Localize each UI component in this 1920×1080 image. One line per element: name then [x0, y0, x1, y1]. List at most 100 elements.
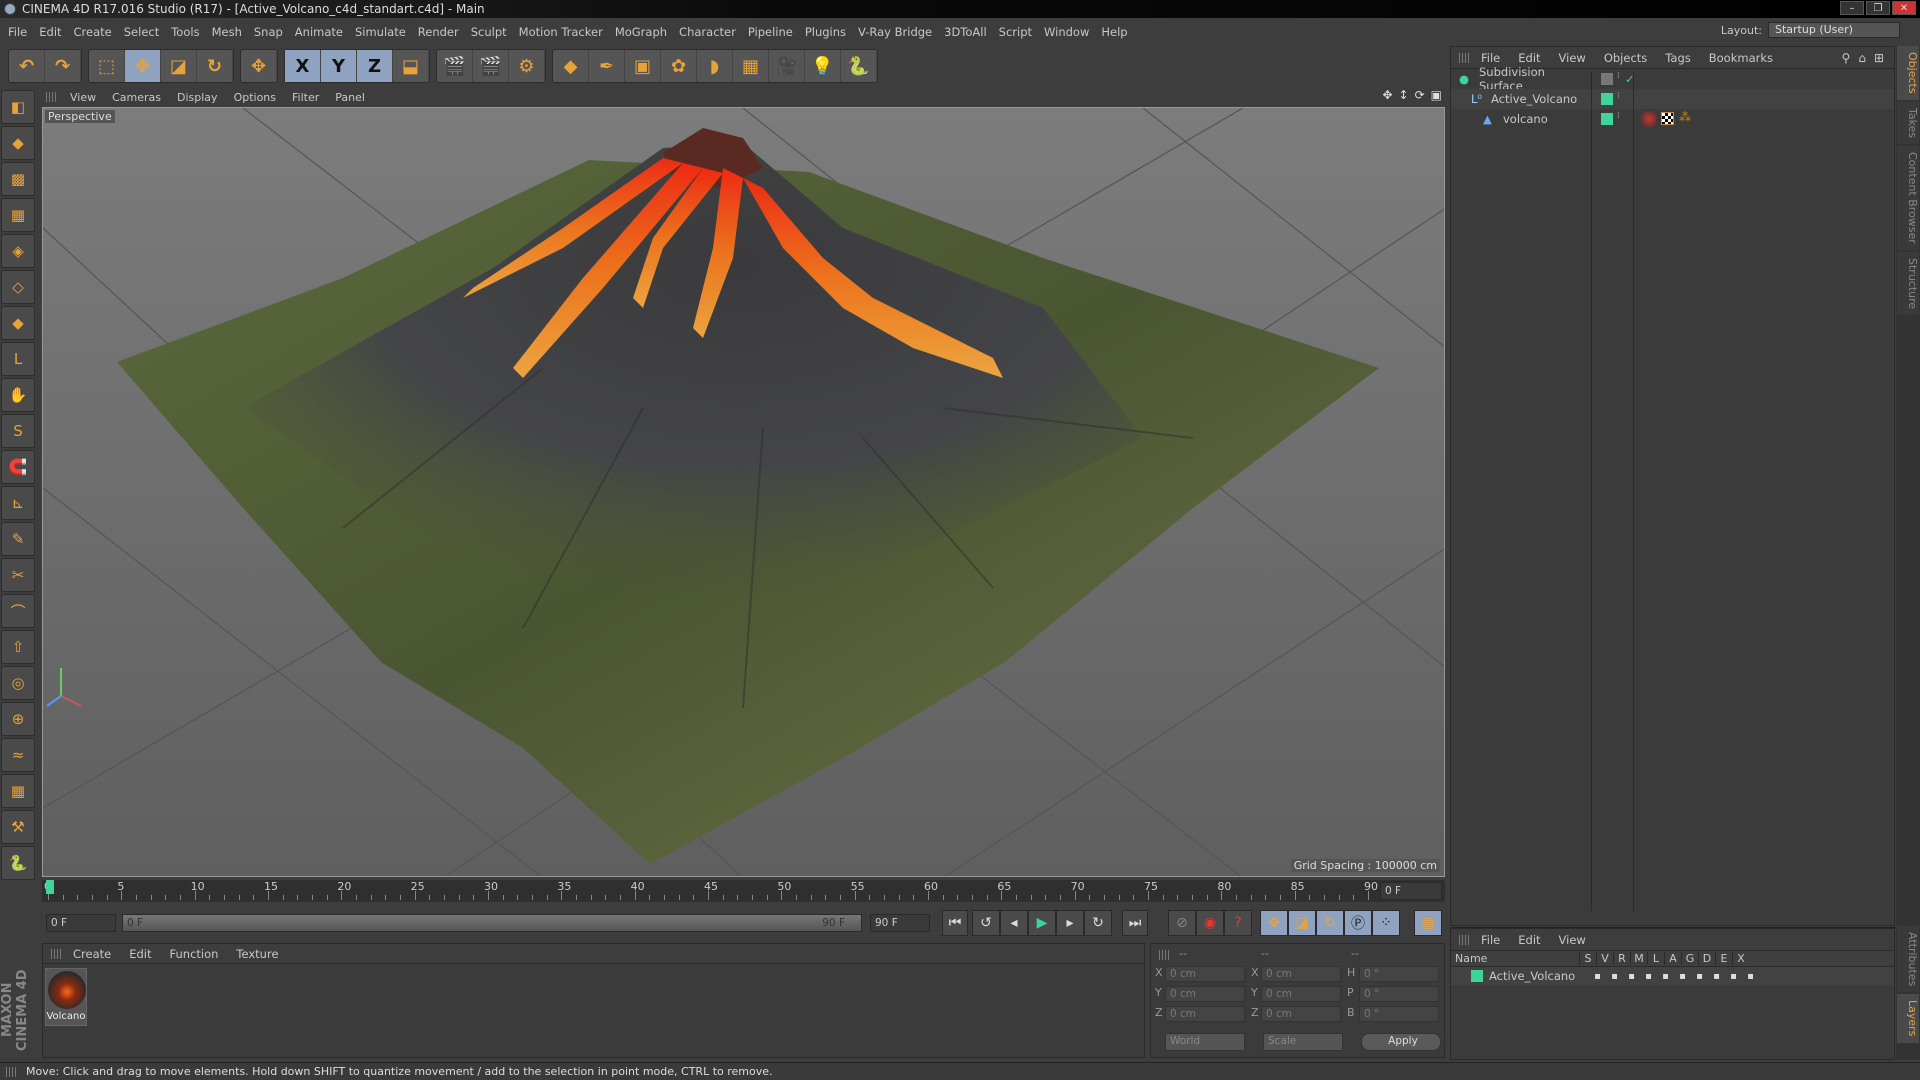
render-view-icon[interactable]: 🎬 [437, 50, 473, 82]
last-tool-icon[interactable]: ✥ [241, 50, 277, 82]
side-tab-attributes[interactable]: Attributes [1897, 926, 1919, 993]
menu-snap[interactable]: Snap [254, 25, 283, 39]
objects-menu-edit[interactable]: Edit [1518, 51, 1540, 65]
key-scale-button[interactable]: ◪ [1288, 910, 1316, 936]
layers-menu-view[interactable]: View [1559, 933, 1586, 947]
menu-render[interactable]: Render [418, 25, 459, 39]
menu-animate[interactable]: Animate [295, 25, 343, 39]
menu-script[interactable]: Script [999, 25, 1032, 39]
coord-value-field[interactable]: 0 ° [1359, 966, 1439, 982]
objects-menu-file[interactable]: File [1481, 51, 1500, 65]
side-tab-layers[interactable]: Layers [1897, 994, 1919, 1043]
layer-column-e[interactable]: E [1715, 952, 1732, 965]
floor-icon[interactable]: ▦ [733, 50, 769, 82]
next-key-button[interactable]: ↻ [1084, 910, 1112, 936]
layer-animation-icon[interactable]: ▪ [1674, 971, 1691, 982]
keyframe-selection-button[interactable]: ? [1224, 910, 1252, 936]
go-to-end-button[interactable]: ⏭ [1122, 910, 1148, 936]
bridge-icon[interactable]: ⌒ [1, 594, 35, 628]
search-icon[interactable]: ⚲ [1842, 51, 1851, 65]
layer-generators-icon[interactable]: ▪ [1691, 971, 1708, 982]
x-axis-icon[interactable]: X [285, 50, 321, 82]
polygons-mode-icon[interactable]: ◆ [1, 306, 35, 340]
magnet-icon[interactable]: 🧲 [1, 450, 35, 484]
object-name[interactable]: volcano [1503, 112, 1613, 126]
current-frame-field[interactable]: 0 F [46, 914, 116, 932]
material-menu-create[interactable]: Create [73, 947, 111, 961]
layers-menu-file[interactable]: File [1481, 933, 1500, 947]
coord-value-field[interactable]: 0 cm [1165, 966, 1245, 982]
timeline-ruler[interactable]: 0510152025303540455055606570758085900 F [42, 880, 1445, 902]
knife-icon[interactable]: ✂ [1, 558, 35, 592]
menu-v-ray-bridge[interactable]: V-Ray Bridge [858, 25, 932, 39]
layer-lock-icon[interactable]: ▪ [1657, 971, 1674, 982]
layer-row[interactable]: Active_Volcano ▪ ▪ ▪ ▪ ▪ ▪ ▪ ▪ ▪ ▪ [1451, 967, 1894, 985]
tweak-icon[interactable]: ✋ [1, 378, 35, 412]
iron-icon[interactable]: ≈ [1, 738, 35, 772]
make-editable-icon[interactable]: ◧ [1, 90, 35, 124]
layer-column-m[interactable]: M [1630, 952, 1647, 965]
objects-menu-objects[interactable]: Objects [1604, 51, 1647, 65]
layer-render-icon[interactable]: ▪ [1623, 971, 1640, 982]
menu-character[interactable]: Character [679, 25, 736, 39]
objects-menu-bookmarks[interactable]: Bookmarks [1709, 51, 1773, 65]
viewport-menu-cameras[interactable]: Cameras [112, 91, 161, 104]
coord-value-field[interactable]: 0 cm [1165, 986, 1245, 1002]
menu-sculpt[interactable]: Sculpt [471, 25, 507, 39]
workplane-icon[interactable]: ▦ [1, 198, 35, 232]
rotate-icon[interactable]: ↻ [197, 50, 233, 82]
layer-visible-icon[interactable]: ▪ [1606, 971, 1623, 982]
array-icon[interactable]: ✿ [661, 50, 697, 82]
cube-icon[interactable]: ◆ [553, 50, 589, 82]
viewport-menu-options[interactable]: Options [234, 91, 276, 104]
y-axis-icon[interactable]: Y [321, 50, 357, 82]
snap-icon[interactable]: S [1, 414, 35, 448]
live-selection-icon[interactable]: ⬚ [89, 50, 125, 82]
layer-column-x[interactable]: X [1732, 952, 1749, 965]
menu-pipeline[interactable]: Pipeline [748, 25, 793, 39]
next-frame-button[interactable]: ▸ [1056, 910, 1084, 936]
viewport-menu-panel[interactable]: Panel [335, 91, 365, 104]
viewport-menu-display[interactable]: Display [177, 91, 218, 104]
menu-tools[interactable]: Tools [171, 25, 199, 39]
apply-button[interactable]: Apply [1361, 1033, 1441, 1051]
coord-value-field[interactable]: 0 ° [1359, 1006, 1439, 1022]
menu-window[interactable]: Window [1044, 25, 1089, 39]
side-tab-objects[interactable]: Objects [1897, 46, 1919, 100]
layer-xref-icon[interactable]: ▪ [1742, 971, 1759, 982]
edges-mode-icon[interactable]: ◇ [1, 270, 35, 304]
play-button[interactable]: ▶ [1028, 910, 1056, 936]
minimize-button[interactable]: – [1840, 1, 1864, 15]
key-rotation-button[interactable]: ↻ [1316, 910, 1344, 936]
layer-column-v[interactable]: V [1596, 952, 1613, 965]
layer-none-icon[interactable] [1601, 73, 1613, 85]
previous-frame-button[interactable]: ◂ [1000, 910, 1028, 936]
visibility-dots-icon[interactable]: ⁞ [1617, 71, 1620, 81]
loop-icon[interactable]: ◎ [1, 666, 35, 700]
coord-value-field[interactable]: 0 cm [1165, 1006, 1245, 1022]
layer-column-l[interactable]: L [1647, 952, 1664, 965]
subdivision-surface-icon[interactable]: ▣ [625, 50, 661, 82]
material-menu-edit[interactable]: Edit [129, 947, 151, 961]
render-settings-icon[interactable]: ⚙ [509, 50, 545, 82]
layer-column-d[interactable]: D [1698, 952, 1715, 965]
layer-expressions-icon[interactable]: ▪ [1725, 971, 1742, 982]
menu-mesh[interactable]: Mesh [212, 25, 242, 39]
grid-icon[interactable]: ▦ [1, 774, 35, 808]
object-row[interactable]: ▲ volcano ⁞ ⁂ [1451, 109, 1894, 129]
layer-solo-icon[interactable]: ▪ [1589, 971, 1606, 982]
layer-manager-icon[interactable]: ▪ [1640, 971, 1657, 982]
layer-name[interactable]: Active_Volcano [1489, 969, 1589, 983]
menu-3dtoall[interactable]: 3DToAll [944, 25, 987, 39]
pan-icon[interactable]: ✥ [1382, 88, 1392, 102]
locked-workplane-icon[interactable]: ⊾ [1, 486, 35, 520]
coord-value-field[interactable]: 0 cm [1261, 1006, 1341, 1022]
points-mode-icon[interactable]: ◈ [1, 234, 35, 268]
extrude-icon[interactable]: ⇧ [1, 630, 35, 664]
scale-mode-dropdown[interactable]: Scale [1263, 1033, 1343, 1051]
side-tab-structure[interactable]: Structure [1897, 251, 1919, 315]
material-menu-texture[interactable]: Texture [236, 947, 278, 961]
menu-mograph[interactable]: MoGraph [615, 25, 667, 39]
previous-key-button[interactable]: ↺ [972, 910, 1000, 936]
layer-column-r[interactable]: R [1613, 952, 1630, 965]
